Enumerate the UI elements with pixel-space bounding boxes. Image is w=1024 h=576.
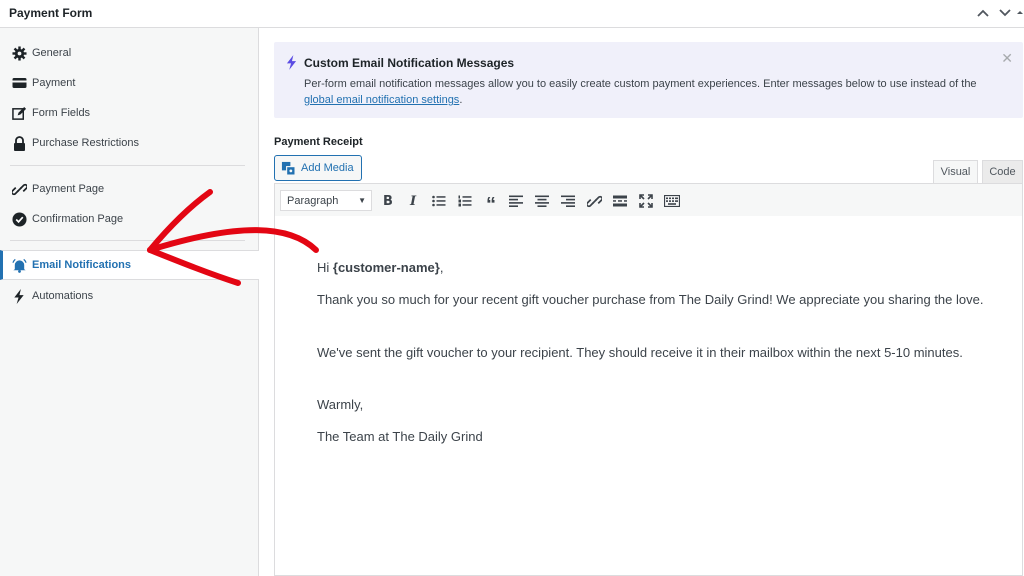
window-header: Payment Form [0, 0, 1024, 28]
sidebar-item-label: Purchase Restrictions [32, 137, 139, 149]
field-label: Payment Receipt [274, 136, 363, 148]
align-right-icon[interactable] [559, 192, 577, 210]
sidebar-item-email-notifications[interactable]: Email Notifications [0, 250, 259, 280]
notice-banner: Custom Email Notification Messages Per-f… [274, 42, 1023, 118]
notice-text: Per-form email notification messages all… [304, 78, 977, 90]
notice-title: Custom Email Notification Messages [304, 56, 515, 70]
sidebar-item-label: Payment [32, 77, 76, 89]
sidebar-divider [10, 240, 245, 241]
greeting-suffix: , [439, 260, 444, 275]
sidebar-item-label: Payment Page [32, 183, 105, 195]
close-icon[interactable]: ✕ [1001, 50, 1013, 67]
sidebar-item-payment-page[interactable]: Payment Page [0, 174, 258, 204]
bold-icon[interactable]: B [379, 192, 397, 210]
greeting-line: Hi {customer-name}, [317, 258, 997, 278]
paragraph: Warmly, [317, 397, 364, 412]
caret-down-icon: ▼ [358, 196, 366, 205]
align-center-icon[interactable] [533, 192, 551, 210]
italic-icon[interactable]: I [404, 192, 422, 210]
paragraph: The Team at The Daily Grind [317, 429, 483, 444]
collapse-triangle-icon[interactable] [1016, 4, 1024, 22]
sidebar-item-automations[interactable]: Automations [0, 281, 258, 311]
sidebar-item-confirmation-page[interactable]: Confirmation Page [0, 204, 258, 234]
sidebar-item-label: Email Notifications [32, 259, 132, 271]
add-media-button[interactable]: Add Media [274, 155, 362, 181]
format-select[interactable]: Paragraph ▼ [280, 190, 372, 211]
paragraph: Thank you so much for your recent gift v… [317, 292, 984, 307]
tab-visual[interactable]: Visual [933, 160, 978, 184]
tab-code[interactable]: Code [982, 160, 1023, 184]
bolt-icon [286, 55, 297, 75]
editor-content[interactable]: Hi {customer-name}, Thank you so much fo… [274, 216, 1023, 576]
credit-card-icon [11, 75, 27, 91]
read-more-icon[interactable] [611, 192, 629, 210]
numbered-list-icon[interactable] [456, 192, 474, 210]
sidebar-item-label: Form Fields [32, 107, 91, 119]
fullscreen-icon[interactable] [637, 192, 655, 210]
chevron-down-icon[interactable] [996, 4, 1014, 22]
check-circle-icon [11, 211, 27, 227]
sidebar-item-label: Confirmation Page [32, 213, 124, 225]
sidebar-divider [10, 165, 245, 166]
sidebar-item-general[interactable]: General [0, 38, 258, 68]
settings-sidebar: General Payment Form Fields Purchase Res… [0, 28, 259, 576]
gear-icon [11, 45, 27, 61]
format-select-value: Paragraph [287, 194, 339, 207]
chevron-up-icon[interactable] [974, 4, 992, 22]
window-title: Payment Form [9, 6, 93, 20]
sidebar-item-form-fields[interactable]: Form Fields [0, 98, 258, 128]
bell-icon [11, 257, 27, 273]
sidebar-item-label: General [32, 47, 72, 59]
edit-icon [11, 105, 27, 121]
greeting-prefix: Hi [317, 260, 333, 275]
add-media-label: Add Media [301, 162, 354, 174]
bullet-list-icon[interactable] [430, 192, 448, 210]
customer-name-tag: {customer-name} [332, 260, 440, 275]
align-left-icon[interactable] [507, 192, 525, 210]
keyboard-icon[interactable] [663, 192, 681, 210]
bolt-icon [11, 288, 27, 304]
paragraph: We've sent the gift voucher to your reci… [317, 345, 963, 360]
lock-icon [11, 135, 27, 151]
link-icon [11, 181, 27, 197]
notice-link-suffix: . [459, 94, 463, 106]
blockquote-icon[interactable]: “ [482, 192, 500, 216]
sidebar-item-label: Automations [32, 290, 94, 302]
media-icon [281, 161, 296, 176]
editor-toolbar: Paragraph ▼ B I “ [274, 183, 1023, 217]
global-email-settings-link[interactable]: global email notification settings [304, 94, 459, 106]
sidebar-item-payment[interactable]: Payment [0, 68, 258, 98]
sidebar-item-purchase-restrictions[interactable]: Purchase Restrictions [0, 128, 258, 158]
link-icon[interactable] [585, 192, 603, 210]
notice-body: Per-form email notification messages all… [304, 76, 1004, 108]
